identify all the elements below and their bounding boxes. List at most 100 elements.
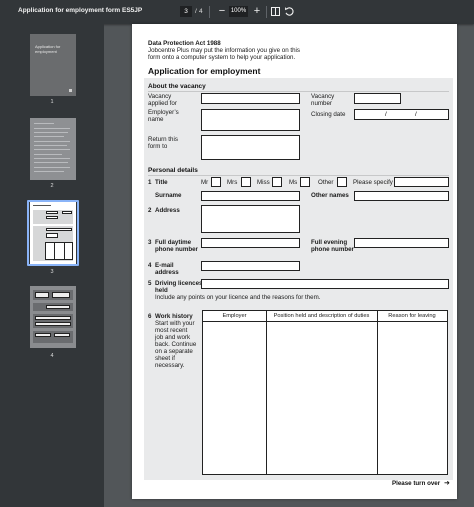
driving-licence-field[interactable] bbox=[201, 279, 449, 289]
evening-phone-field[interactable] bbox=[354, 238, 449, 248]
rotate-icon[interactable] bbox=[284, 6, 295, 17]
page-separator: / bbox=[195, 8, 197, 15]
surname-field[interactable] bbox=[201, 191, 300, 201]
vacancy-applied-field[interactable] bbox=[201, 93, 300, 104]
thumb-field bbox=[62, 211, 72, 214]
thumb-line bbox=[34, 128, 70, 129]
data-protection-text: form onto a computer system to help your… bbox=[148, 54, 296, 61]
table-header-position: Position held and description of duties bbox=[266, 311, 377, 322]
arrow-right-icon: ➜ bbox=[444, 480, 450, 487]
title-mrs-checkbox[interactable] bbox=[241, 177, 251, 187]
pdf-page: Data Protection Act 1988 Jobcentre Plus … bbox=[132, 24, 457, 499]
section-heading-about: About the vacancy bbox=[148, 83, 206, 90]
licence-note: Include any points on your licence and t… bbox=[155, 294, 321, 301]
return-form-field[interactable] bbox=[201, 135, 300, 160]
thumb-line bbox=[33, 205, 51, 206]
title-ms-label: Ms bbox=[289, 179, 298, 186]
turn-over-note: Please turn over bbox=[392, 480, 441, 487]
thumb-field bbox=[46, 228, 72, 231]
closing-date-label: Closing date bbox=[311, 111, 346, 118]
title-miss-label: Miss bbox=[257, 179, 270, 186]
question-number: 5 bbox=[148, 280, 152, 287]
thumbnail-image[interactable]: Application for employment bbox=[30, 34, 76, 96]
fit-to-page-icon[interactable] bbox=[271, 7, 280, 16]
title-mrs-label: Mrs bbox=[227, 179, 238, 186]
thumbnail-image[interactable] bbox=[30, 202, 76, 264]
thumb-line bbox=[34, 123, 54, 124]
employer-name-field[interactable] bbox=[201, 109, 300, 131]
question-number: 6 bbox=[148, 313, 152, 320]
daytime-phone-label: phone number bbox=[155, 246, 198, 253]
thumb-line bbox=[34, 149, 70, 150]
work-history-table[interactable]: Employer Position held and description o… bbox=[202, 310, 448, 475]
thumb-field bbox=[52, 292, 70, 298]
thumb-field bbox=[54, 333, 70, 337]
title-label: Title bbox=[155, 179, 168, 186]
page-title: Application for employment bbox=[148, 66, 261, 76]
vacancy-applied-label: applied for bbox=[148, 100, 177, 107]
email-field[interactable] bbox=[201, 261, 300, 271]
daytime-phone-field[interactable] bbox=[201, 238, 300, 248]
please-specify-label: Please specify bbox=[353, 179, 393, 186]
closing-date-field[interactable]: / / bbox=[354, 109, 449, 120]
question-number: 1 bbox=[148, 179, 152, 186]
thumb-field bbox=[46, 305, 70, 309]
table-header-employer: Employer bbox=[203, 311, 266, 322]
thumbnail-cover-text: Application for employment bbox=[35, 44, 61, 54]
thumb-line bbox=[64, 242, 65, 260]
pdf-toolbar: Application for employment form ES5JP 3 … bbox=[0, 0, 474, 24]
date-separator: / bbox=[415, 111, 417, 118]
thumbnail-mark bbox=[69, 89, 72, 92]
thumbnail-sidebar: Application for employment 1 2 3 4 bbox=[0, 24, 104, 507]
thumbnail-image[interactable] bbox=[30, 286, 76, 348]
question-number: 2 bbox=[148, 207, 152, 214]
work-history-desc: necessary. bbox=[155, 362, 185, 369]
thumbnail-image[interactable] bbox=[30, 118, 76, 180]
address-field[interactable] bbox=[201, 205, 300, 233]
table-column-divider bbox=[377, 311, 378, 474]
title-mr-label: Mr bbox=[201, 179, 209, 186]
title-other-checkbox[interactable] bbox=[337, 177, 347, 187]
question-number: 3 bbox=[148, 239, 152, 246]
document-title: Application for employment form ES5JP bbox=[18, 7, 143, 14]
question-number: 4 bbox=[148, 262, 152, 269]
toolbar-divider bbox=[266, 6, 267, 18]
zoom-level-input[interactable]: 100% bbox=[229, 6, 248, 17]
evening-phone-label: phone number bbox=[311, 246, 354, 253]
thumb-field bbox=[46, 216, 58, 219]
address-label: Address bbox=[155, 207, 180, 214]
section-divider bbox=[148, 91, 449, 92]
section-heading-personal: Personal details bbox=[148, 167, 198, 174]
thumb-line bbox=[34, 141, 70, 142]
thumb-line bbox=[34, 136, 64, 137]
title-other-label: Other bbox=[318, 179, 334, 186]
title-specify-field[interactable] bbox=[394, 177, 449, 187]
vacancy-number-field[interactable] bbox=[354, 93, 401, 104]
thumbnail-number: 1 bbox=[50, 99, 54, 105]
title-mr-checkbox[interactable] bbox=[211, 177, 221, 187]
thumb-line bbox=[34, 162, 68, 163]
thumbnail-number: 3 bbox=[50, 269, 54, 275]
thumbnail-number: 4 bbox=[50, 353, 54, 359]
return-form-label: form to bbox=[148, 143, 168, 150]
vacancy-number-label: number bbox=[311, 100, 332, 107]
thumb-field bbox=[46, 211, 58, 214]
thumb-line bbox=[34, 171, 64, 172]
current-page-input[interactable]: 3 bbox=[180, 6, 192, 17]
table-column-divider bbox=[266, 311, 267, 474]
thumb-field bbox=[46, 233, 58, 238]
employer-name-label: name bbox=[148, 116, 164, 123]
title-ms-checkbox[interactable] bbox=[300, 177, 310, 187]
email-label: address bbox=[155, 269, 179, 276]
other-names-label: Other names bbox=[311, 192, 349, 199]
title-miss-checkbox[interactable] bbox=[272, 177, 282, 187]
date-separator: / bbox=[385, 111, 387, 118]
thumb-table bbox=[45, 242, 73, 260]
thumb-field bbox=[35, 333, 51, 337]
other-names-field[interactable] bbox=[354, 191, 449, 201]
zoom-in-button[interactable]: + bbox=[251, 4, 263, 18]
section-divider bbox=[148, 175, 449, 176]
thumb-line bbox=[34, 154, 62, 155]
table-header-reason: Reason for leaving bbox=[377, 311, 447, 322]
zoom-out-button[interactable]: − bbox=[216, 4, 228, 18]
